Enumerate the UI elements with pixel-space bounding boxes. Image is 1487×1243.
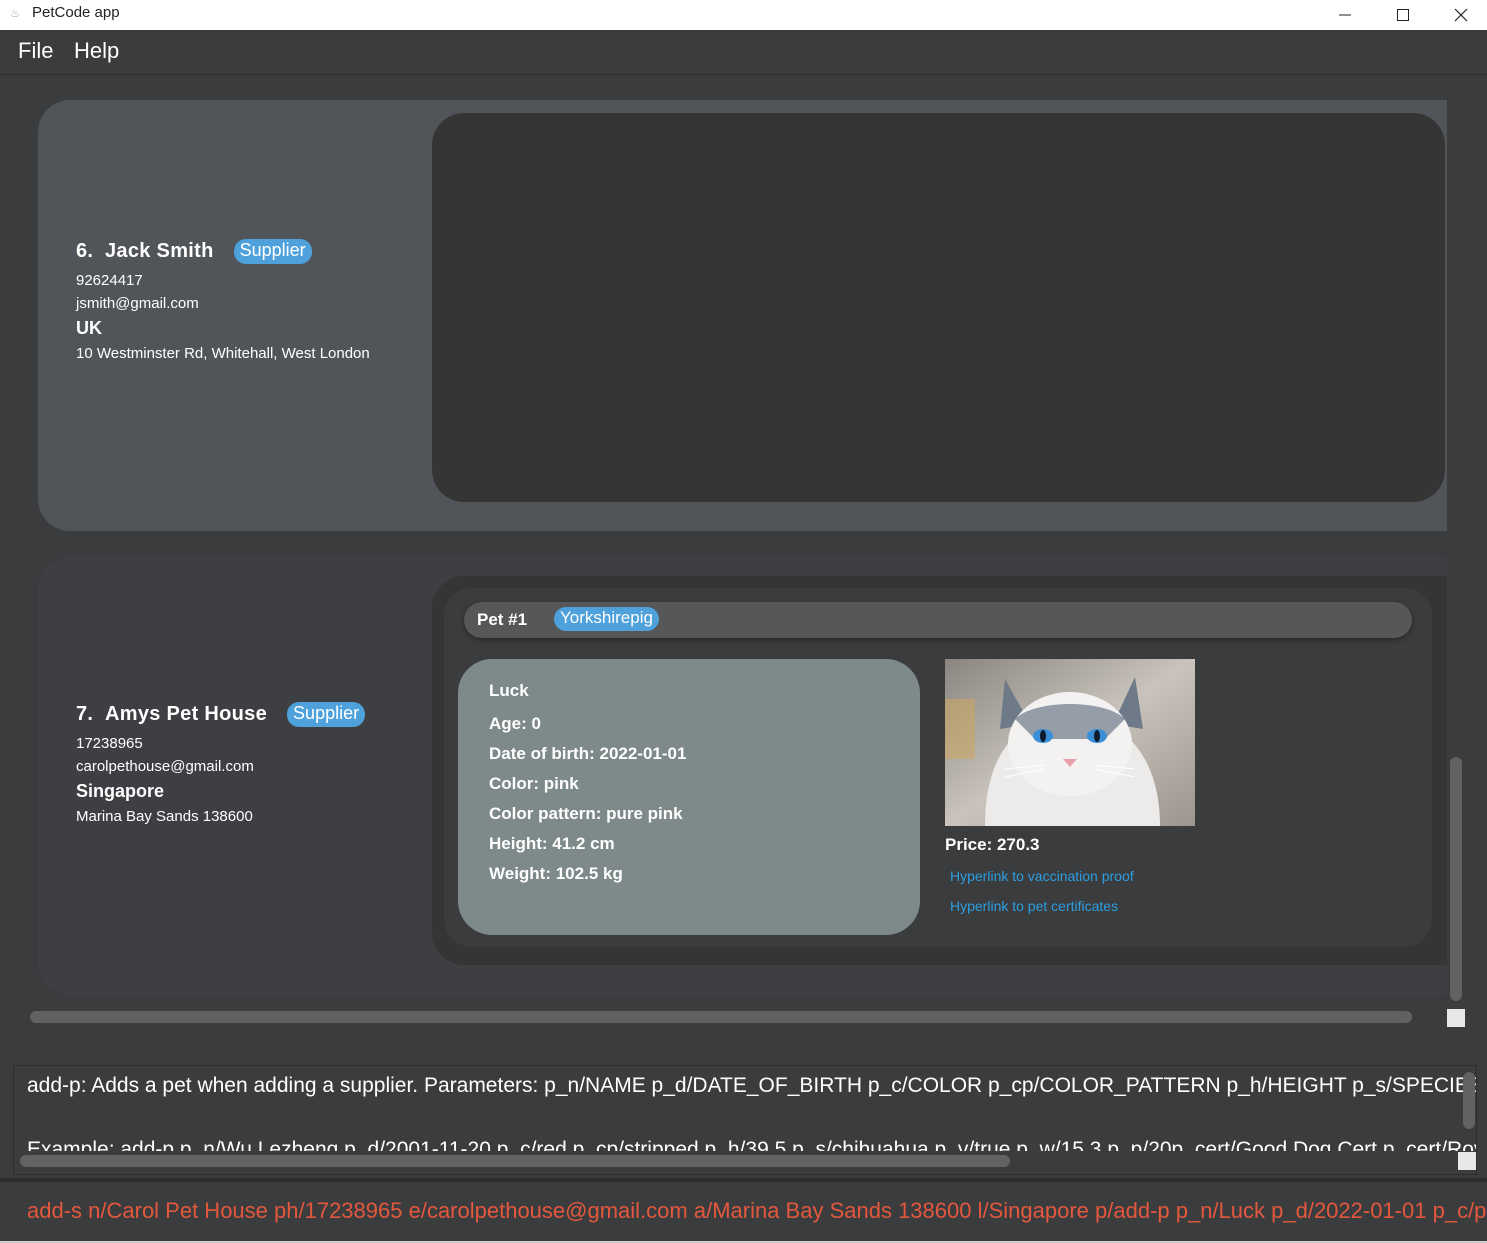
menu-help[interactable]: Help: [74, 38, 119, 64]
supplier-phone: 92624417: [76, 272, 143, 289]
pet-header: Pet #1 Yorkshirepig: [464, 602, 1412, 638]
result-message: add-p: Adds a pet when adding a supplier…: [27, 1074, 1477, 1097]
pet-price: Price: 270.3: [945, 835, 1040, 854]
pet-color-pattern: Color pattern: pure pink: [489, 804, 683, 823]
supplier-phone: 17238965: [76, 735, 143, 752]
menu-file[interactable]: File: [18, 38, 53, 64]
result-vertical-scrollbar[interactable]: [1463, 1072, 1475, 1129]
pet-species-tag: Yorkshirepig: [554, 607, 659, 631]
window-title: PetCode app: [32, 4, 120, 21]
minimize-button[interactable]: [1316, 0, 1374, 30]
pet-card[interactable]: Pet #1 Yorkshirepig Luck Age: 0 Date of …: [444, 588, 1432, 947]
vaccination-proof-link[interactable]: Hyperlink to vaccination proof: [950, 868, 1134, 884]
pet-weight: Weight: 102.5 kg: [489, 864, 623, 883]
pet-photo: [945, 659, 1195, 826]
result-horizontal-scrollbar[interactable]: [20, 1155, 1010, 1167]
supplier-name: 7. Amys Pet House: [76, 702, 268, 725]
list-horizontal-scrollbar[interactable]: [30, 1011, 1412, 1023]
command-input[interactable]: add-s n/Carol Pet House ph/17238965 e/ca…: [27, 1198, 1487, 1224]
command-box[interactable]: add-s n/Carol Pet House ph/17238965 e/ca…: [0, 1182, 1487, 1243]
supplier-email: carolpethouse@gmail.com: [76, 758, 254, 775]
supplier-info: 6. Jack Smith Supplier 92624417 jsmith@g…: [76, 236, 370, 362]
pet-name: Luck: [489, 681, 529, 700]
menu-bar: File Help: [0, 30, 1487, 75]
supplier-address: 10 Westminster Rd, Whitehall, West Londo…: [76, 345, 370, 362]
minimize-icon: [1339, 14, 1351, 16]
pet-certificates-link[interactable]: Hyperlink to pet certificates: [950, 898, 1118, 914]
supplier-country: UK: [76, 318, 102, 338]
maximize-button[interactable]: [1374, 0, 1432, 30]
supplier-address: Marina Bay Sands 138600: [76, 808, 253, 825]
pet-dob: Date of birth: 2022-01-01: [489, 744, 687, 763]
pet-details: Luck Age: 0 Date of birth: 2022-01-01 Co…: [458, 659, 920, 935]
pet-list-panel: [432, 113, 1445, 502]
close-button[interactable]: [1432, 0, 1487, 30]
pet-color: Color: pink: [489, 774, 579, 793]
pet-number: Pet #1: [477, 610, 528, 629]
result-scroll-corner: [1458, 1152, 1476, 1170]
close-icon: [1454, 8, 1468, 22]
window-titlebar: ♨ PetCode app: [0, 0, 1487, 30]
pet-list-panel: Pet #1 Yorkshirepig Luck Age: 0 Date of …: [432, 576, 1447, 965]
supplier-country: Singapore: [76, 781, 165, 801]
supplier-tag: Supplier: [233, 238, 312, 264]
pet-height: Height: 41.2 cm: [489, 834, 615, 853]
java-cup-icon: ♨: [10, 7, 20, 20]
supplier-email: jsmith@gmail.com: [76, 295, 199, 312]
supplier-name: 6. Jack Smith: [76, 239, 214, 262]
supplier-card[interactable]: 6. Jack Smith Supplier 92624417 jsmith@g…: [38, 100, 1447, 531]
maximize-icon: [1397, 9, 1409, 21]
supplier-list[interactable]: 6. Jack Smith Supplier 92624417 jsmith@g…: [0, 75, 1487, 1050]
list-vertical-scrollbar[interactable]: [1450, 757, 1462, 1001]
supplier-tag: Supplier: [287, 701, 366, 727]
pet-age: Age: 0: [489, 714, 541, 733]
scroll-corner: [1447, 1009, 1465, 1027]
supplier-info: 7. Amys Pet House Supplier 17238965 caro…: [76, 699, 366, 825]
result-display[interactable]: add-p: Adds a pet when adding a supplier…: [13, 1065, 1477, 1175]
supplier-card[interactable]: 7. Amys Pet House Supplier 17238965 caro…: [38, 557, 1447, 995]
